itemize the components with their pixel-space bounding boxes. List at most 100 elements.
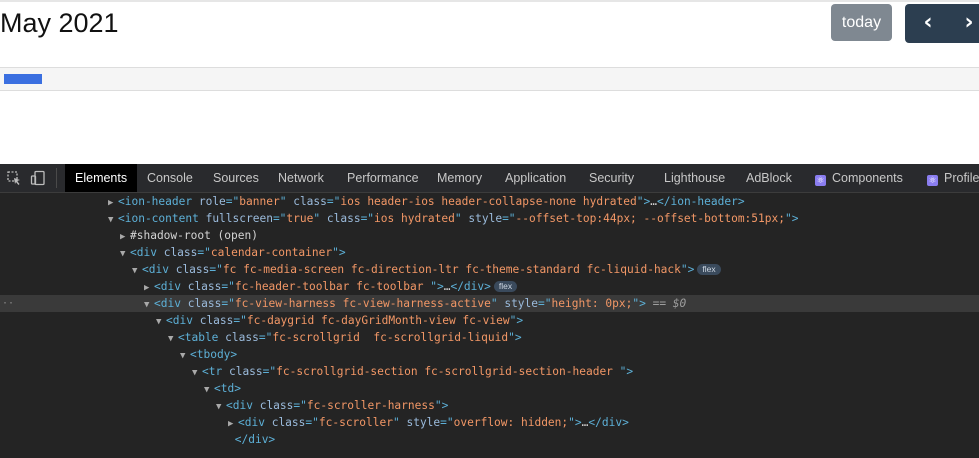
dom-node-line[interactable]: ·· ▼ <div class="fc-view-harness fc-view-h…: [0, 295, 979, 312]
tag-open: <tbody: [190, 348, 231, 361]
tag-close-bracket: >: [436, 280, 444, 293]
attr-name: class: [187, 280, 222, 293]
tab-label: Application: [505, 171, 567, 185]
elements-tree: ▶ <ion-header role="banner" class="ios he…: [0, 193, 979, 458]
tab-label: Performance: [347, 171, 419, 185]
attr-quote: ": [454, 212, 462, 225]
tag-close-bracket: >: [234, 382, 241, 395]
tag-open: <td: [214, 382, 235, 395]
dom-node-line[interactable]: ▼ <tr class="fc-scrollgrid-section fc-scr…: [0, 363, 979, 380]
dom-node-line[interactable]: ▼ <div class="calendar-container">: [0, 244, 979, 261]
tab-security[interactable]: Security: [589, 164, 634, 192]
dom-node-line[interactable]: ▼ <div class="fc fc-media-screen fc-direc…: [0, 261, 979, 278]
attr-name: class: [187, 297, 222, 310]
tab-sources[interactable]: Sources: [213, 164, 259, 192]
calendar-title: May 2021: [0, 8, 119, 38]
attr-quote: =": [225, 195, 240, 208]
top-border: [0, 0, 979, 2]
tab-elements[interactable]: Elements: [65, 164, 138, 192]
devtools-panel: Elements Console Sources Network Performance…: [0, 164, 979, 458]
tab-profiler[interactable]: ⚛ Profiler: [927, 164, 979, 192]
tab-label: Components: [832, 171, 903, 185]
attr-value: fc fc-media-screen fc-direction-ltr fc-t…: [222, 263, 681, 276]
tab-adblock[interactable]: AdBlock: [746, 164, 792, 192]
attr-quote: ": [784, 212, 792, 225]
attr-value: true: [286, 212, 314, 225]
attr-name: class: [293, 195, 327, 208]
tab-components[interactable]: ⚛ Components: [815, 164, 903, 192]
attr-quote: ": [490, 297, 498, 310]
dom-node-line[interactable]: ▼ <div class="fc-scroller-harness">: [0, 397, 979, 414]
tab-network[interactable]: Network: [278, 164, 324, 192]
dom-node-line[interactable]: ▼ <tbody>: [0, 346, 979, 363]
attr-name: style: [504, 297, 539, 310]
attr-quote: =": [209, 263, 223, 276]
dom-node-line[interactable]: ▶ <ion-header role="banner" class="ios he…: [0, 193, 979, 210]
today-button[interactable]: today: [831, 4, 892, 41]
tag-close-bracket: >: [574, 416, 582, 429]
attr-quote: =": [538, 297, 552, 310]
calendar-header-row: [0, 67, 979, 91]
dom-node-line[interactable]: ▶ <div class="fc-header-toolbar fc-toolba…: [0, 278, 979, 295]
attr-name: class: [259, 399, 294, 412]
attr-quote: =": [305, 416, 319, 429]
attr-quote: =": [221, 297, 235, 310]
attr-value: fc-scroller-harness: [306, 399, 435, 412]
tag-close: </div>: [450, 280, 491, 293]
attr-name: class: [225, 331, 259, 344]
dom-node-line[interactable]: ▼ <div class="fc-daygrid fc-dayGridMonth-…: [0, 312, 979, 329]
attr-name: class: [199, 314, 234, 327]
tag-close-bracket: >: [791, 212, 799, 225]
next-button[interactable]: ›: [953, 4, 979, 43]
tab-lighthouse[interactable]: Lighthouse: [664, 164, 725, 192]
attr-value: calendar-container: [210, 246, 333, 259]
attr-quote: ": [568, 416, 575, 429]
tag-close-bracket: >: [338, 246, 346, 259]
tab-label: Elements: [75, 171, 128, 185]
selected-header-cell: [4, 74, 42, 84]
tag-close-bracket: >: [639, 297, 646, 310]
attr-quote: ": [636, 195, 644, 208]
react-icon: ⚛: [927, 175, 938, 186]
attr-quote: ": [279, 195, 287, 208]
shadow-root-label: #shadow-root (open): [130, 229, 258, 242]
tag-close-bracket: >: [626, 365, 634, 378]
tag-close-bracket: >: [441, 399, 449, 412]
attr-quote: ": [392, 416, 400, 429]
flex-badge: flex: [493, 281, 518, 292]
attr-value: fc-scroller: [318, 416, 393, 429]
attr-value: --offset-top:44px; --offset-bottom:51px;: [515, 212, 785, 225]
attr-quote: =": [233, 314, 247, 327]
tag-close-bracket: >: [514, 331, 522, 344]
tag-open: <ion-content: [118, 212, 199, 225]
dom-node-line[interactable]: ▼ <table class="fc-scrollgrid fc-scrollgr…: [0, 329, 979, 346]
prev-button[interactable]: ‹: [905, 4, 951, 43]
tab-memory[interactable]: Memory: [437, 164, 482, 192]
tab-label: Profiler: [944, 171, 979, 185]
tab-application[interactable]: Application: [505, 164, 566, 192]
dom-node-line[interactable]: ▼ <ion-content fullscreen="true" class="i…: [0, 210, 979, 227]
tag-close: </div>: [588, 416, 629, 429]
dom-node-line[interactable]: </div>: [0, 431, 979, 448]
device-toolbar-icon[interactable]: [30, 170, 46, 186]
attr-name: fullscreen: [205, 212, 273, 225]
attr-name: style: [468, 212, 503, 225]
tag-open: <div: [154, 297, 181, 310]
tab-performance[interactable]: Performance: [347, 164, 419, 192]
tab-console[interactable]: Console: [147, 164, 193, 192]
dom-node-line[interactable]: ▶ <div class="fc-scroller" style="overflo…: [0, 414, 979, 431]
dom-node-line[interactable]: ▶ #shadow-root (open): [0, 227, 979, 244]
attr-name: role: [198, 195, 226, 208]
inspect-element-icon[interactable]: [6, 170, 22, 186]
attr-quote: =": [360, 212, 375, 225]
attr-quote: ": [313, 212, 321, 225]
attr-name: class: [175, 263, 210, 276]
node-actions-ellipsis: ··: [2, 298, 15, 309]
attr-quote: =": [502, 212, 516, 225]
dom-node-line[interactable]: ▼ <td>: [0, 380, 979, 397]
tag-close-bracket: >: [230, 348, 238, 361]
tag-open: <table: [178, 331, 219, 344]
tag-open: <ion-header: [118, 195, 193, 208]
react-icon: ⚛: [815, 175, 826, 186]
attr-quote: =": [221, 280, 235, 293]
